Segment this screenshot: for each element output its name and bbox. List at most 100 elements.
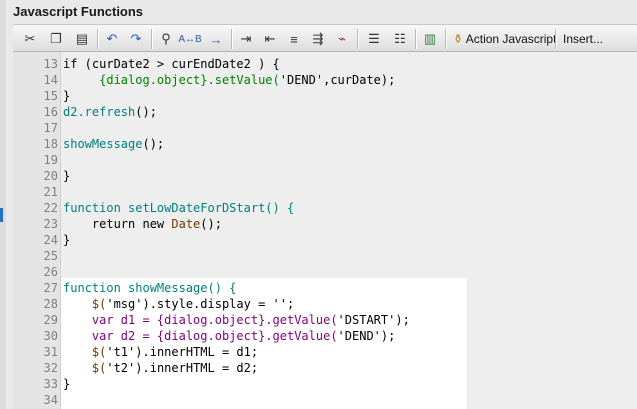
line-number: 26: [43, 265, 58, 279]
outdent-icon[interactable]: ⇤: [259, 28, 281, 50]
code-text: {dialog.object}.setValue('DEND',curDate)…: [63, 72, 395, 88]
code-text: function showMessage() {: [63, 280, 236, 296]
code-token: 'DEND': [279, 73, 324, 87]
line-number: 19: [43, 153, 58, 167]
line-number: 30: [43, 329, 58, 343]
find-icon[interactable]: ⚲: [155, 28, 177, 50]
format-icon[interactable]: ≡: [283, 28, 305, 50]
code-token: $(: [63, 297, 107, 311]
code-text: var d1 = {dialog.object}.getValue('DSTAR…: [63, 312, 410, 328]
code-token: ;: [286, 297, 295, 311]
code-token: .setValue(: [207, 73, 280, 87]
code-token: }: [63, 233, 71, 247]
code-token: 'msg': [106, 297, 143, 311]
bookmark-icon[interactable]: ⌁: [331, 28, 353, 50]
line-number: 32: [43, 361, 58, 375]
insert-button[interactable]: Insert...: [559, 28, 607, 50]
code-token: return new: [63, 217, 172, 231]
code-token: ).innerHTML = d1;: [135, 345, 259, 359]
line-number: 25: [43, 249, 58, 263]
list-icon[interactable]: ☰: [363, 28, 385, 50]
line-number: 29: [43, 313, 58, 327]
code-token: 't2': [106, 361, 136, 375]
action-javascript-button[interactable]: ⚱ Action Javascript: [449, 28, 560, 50]
code-editor[interactable]: 13 if (curDate2 > curEndDate2 ) {14 {dial…: [13, 52, 637, 409]
line-number: 17: [43, 121, 58, 135]
line-number: 20: [43, 169, 58, 183]
code-text: }: [63, 88, 70, 104]
line-number: 21: [43, 185, 58, 199]
code-text: $('msg').style.display = '';: [63, 296, 294, 312]
editor-toolbar: ✂ ❐ ▤ ↶ ↷ ⚲ A↔B → ⇥ ⇤ ≡ ⇶ ⌁ ☰ ☷ ▥ ⚱ Acti…: [13, 24, 637, 52]
line-number: 31: [43, 345, 58, 359]
code-text: $('t2').innerHTML = d2;: [63, 360, 258, 376]
code-token: }: [63, 169, 71, 183]
toolbar-separator: [151, 29, 153, 49]
code-token: ();: [135, 105, 157, 119]
replace-icon[interactable]: A↔B: [178, 28, 201, 50]
code-text: }: [63, 376, 70, 392]
code-token: ,curDate);: [323, 73, 396, 87]
code-text: $('t1').innerHTML = d1;: [63, 344, 258, 360]
code-text: return new Date();: [63, 216, 222, 232]
code-token: $(: [63, 345, 107, 359]
code-token: function setLowDateForDStart() {: [63, 201, 295, 215]
line-number: 13: [43, 57, 58, 71]
code-token: {dialog.object}: [156, 313, 266, 327]
code-token: ).style.display =: [142, 297, 273, 311]
code-text: }: [63, 232, 70, 248]
copy-icon[interactable]: ❐: [45, 28, 67, 50]
line-number: 16: [43, 105, 58, 119]
code-text: showMessage();: [63, 136, 164, 152]
code-text: function setLowDateForDStart() {: [63, 200, 294, 216]
toolbar-separator: [231, 29, 233, 49]
code-text: d2.refresh();: [63, 104, 157, 120]
redo-icon[interactable]: ↷: [125, 28, 147, 50]
code-token: var d2 =: [63, 329, 157, 343]
undo-icon[interactable]: ↶: [101, 28, 123, 50]
cut-icon[interactable]: ✂: [19, 28, 41, 50]
line-number: 33: [43, 377, 58, 391]
line-number: 15: [43, 89, 58, 103]
code-token: 't1': [106, 345, 136, 359]
code-token: if (curDate2 > curEndDate2 ) {: [63, 57, 280, 71]
window-title: Javascript Functions: [13, 4, 144, 19]
code-token: 'DEND': [337, 329, 381, 343]
active-line-marker: [0, 208, 3, 222]
code-text: var d2 = {dialog.object}.getValue('DEND'…: [63, 328, 395, 344]
toolbar-separator: [97, 29, 99, 49]
code-token: ).innerHTML = d2;: [135, 361, 259, 375]
code-text: }: [63, 168, 70, 184]
code-token: 'DSTART': [337, 313, 396, 327]
code-token: showMessage: [63, 137, 143, 151]
indent-icon[interactable]: ⇥: [235, 28, 257, 50]
code-token: $(: [63, 361, 107, 375]
toolbar-separator: [357, 29, 359, 49]
line-number: 34: [43, 393, 58, 407]
code-token: var d1 =: [63, 313, 157, 327]
toolbar-separator: [555, 29, 557, 49]
line-number: 24: [43, 233, 58, 247]
list-settings-icon[interactable]: ☷: [389, 28, 411, 50]
code-token: '': [272, 297, 287, 311]
toolbar-separator: [415, 29, 417, 49]
line-number: 28: [43, 297, 58, 311]
align-right-icon[interactable]: ⇶: [307, 28, 329, 50]
code-token: );: [395, 313, 410, 327]
code-token: ();: [200, 217, 222, 231]
line-number: 23: [43, 217, 58, 231]
paste-icon[interactable]: ▤: [71, 28, 93, 50]
code-token: Date: [171, 217, 201, 231]
code-token: d2.refresh: [63, 105, 136, 119]
toolbar-separator: [445, 29, 447, 49]
lamp-icon: ⚱: [453, 32, 464, 46]
goto-icon[interactable]: →: [205, 28, 227, 50]
left-edge-panel: [0, 0, 6, 409]
book-icon[interactable]: ▥: [419, 28, 441, 50]
code-text: if (curDate2 > curEndDate2 ) {: [63, 56, 280, 72]
code-token: {dialog.object}: [99, 73, 208, 87]
code-token: ();: [142, 137, 165, 151]
line-number: 18: [43, 137, 58, 151]
code-token: }: [63, 377, 71, 391]
